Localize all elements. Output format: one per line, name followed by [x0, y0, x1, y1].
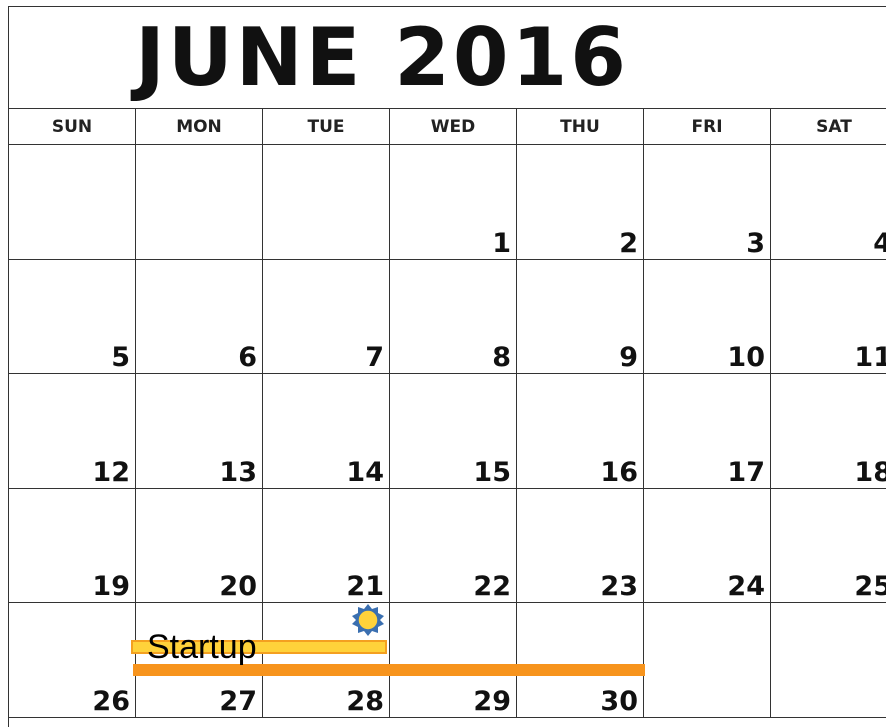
day-number: 1 — [492, 227, 511, 259]
day-number: 16 — [600, 456, 638, 488]
day-number: 9 — [619, 342, 638, 374]
day-cell-1[interactable]: 1 — [390, 145, 517, 260]
day-cell-24[interactable]: 24 — [644, 488, 771, 604]
day-number: 24 — [727, 571, 765, 603]
day-number: 10 — [727, 342, 765, 374]
empty-day-cell — [263, 145, 390, 260]
empty-day-cell — [644, 603, 771, 718]
day-number: 2 — [619, 227, 638, 259]
day-cell-30[interactable]: 30 — [517, 603, 644, 718]
calendar-grid: JUNE 2016 SUN MON TUE WED THU FRI SAT 12345678… — [8, 6, 886, 727]
day-number: 30 — [600, 685, 638, 717]
day-number: 11 — [854, 342, 886, 374]
day-number: 4 — [873, 227, 886, 259]
day-cell-26[interactable]: 26 — [9, 603, 136, 718]
day-number: 13 — [219, 456, 257, 488]
day-number: 29 — [473, 685, 511, 717]
day-cell-17[interactable]: 17 — [644, 374, 771, 489]
day-number: 12 — [92, 456, 130, 488]
day-cell-4[interactable]: 4 — [771, 145, 886, 260]
day-cell-18[interactable]: 18 — [771, 374, 886, 489]
day-number: 22 — [473, 571, 511, 603]
day-number: 6 — [238, 342, 257, 374]
weekday-tue: TUE — [263, 109, 390, 145]
weekday-thu: THU — [517, 109, 644, 145]
day-cell-13[interactable]: 13 — [136, 374, 263, 489]
day-number: 3 — [746, 227, 765, 259]
day-cell-10[interactable]: 10 — [644, 259, 771, 375]
day-cell-12[interactable]: 12 — [9, 374, 136, 489]
sun-icon — [352, 604, 384, 636]
weekday-fri: FRI — [644, 109, 771, 145]
day-number: 14 — [346, 456, 384, 488]
day-cell-3[interactable]: 3 — [644, 145, 771, 260]
day-number: 20 — [219, 571, 257, 603]
day-cell-14[interactable]: 14 — [263, 374, 390, 489]
day-number: 8 — [492, 342, 511, 374]
day-number: 23 — [600, 571, 638, 603]
day-cell-8[interactable]: 8 — [390, 259, 517, 375]
day-cell-16[interactable]: 16 — [517, 374, 644, 489]
day-cell-23[interactable]: 23 — [517, 488, 644, 604]
day-number: 7 — [365, 342, 384, 374]
day-number: 17 — [727, 456, 765, 488]
day-cell-11[interactable]: 11 — [771, 260, 886, 375]
empty-day-cell — [9, 145, 136, 260]
weekday-sat: SAT — [771, 109, 886, 145]
day-cell-25[interactable]: 25 — [771, 489, 886, 604]
day-cell-5[interactable]: 5 — [9, 259, 136, 375]
day-cell-21[interactable]: 21 — [263, 488, 390, 604]
day-cell-15[interactable]: 15 — [390, 374, 517, 489]
day-cell-6[interactable]: 6 — [136, 259, 263, 375]
day-number: 19 — [92, 571, 130, 603]
weekday-mon: MON — [136, 109, 263, 145]
event-label[interactable]: Startup — [147, 626, 263, 668]
empty-day-cell — [771, 603, 886, 718]
day-cell-22[interactable]: 22 — [390, 488, 517, 604]
day-number: 21 — [346, 571, 384, 603]
day-cell-2[interactable]: 2 — [517, 145, 644, 260]
day-cell-7[interactable]: 7 — [263, 259, 390, 375]
calendar-title: JUNE 2016 — [9, 7, 886, 109]
day-cell-19[interactable]: 19 — [9, 488, 136, 604]
day-number: 18 — [854, 456, 886, 488]
empty-day-cell — [136, 145, 263, 260]
day-number: 5 — [111, 342, 130, 374]
day-number: 26 — [92, 685, 130, 717]
weekday-wed: WED — [390, 109, 517, 145]
day-number: 27 — [219, 685, 257, 717]
day-number: 15 — [473, 456, 511, 488]
day-cell-20[interactable]: 20 — [136, 488, 263, 604]
day-number: 25 — [854, 571, 886, 603]
weekday-sun: SUN — [9, 109, 136, 145]
day-cell-29[interactable]: 29 — [390, 603, 517, 718]
day-number: 28 — [346, 685, 384, 717]
day-cell-9[interactable]: 9 — [517, 259, 644, 375]
